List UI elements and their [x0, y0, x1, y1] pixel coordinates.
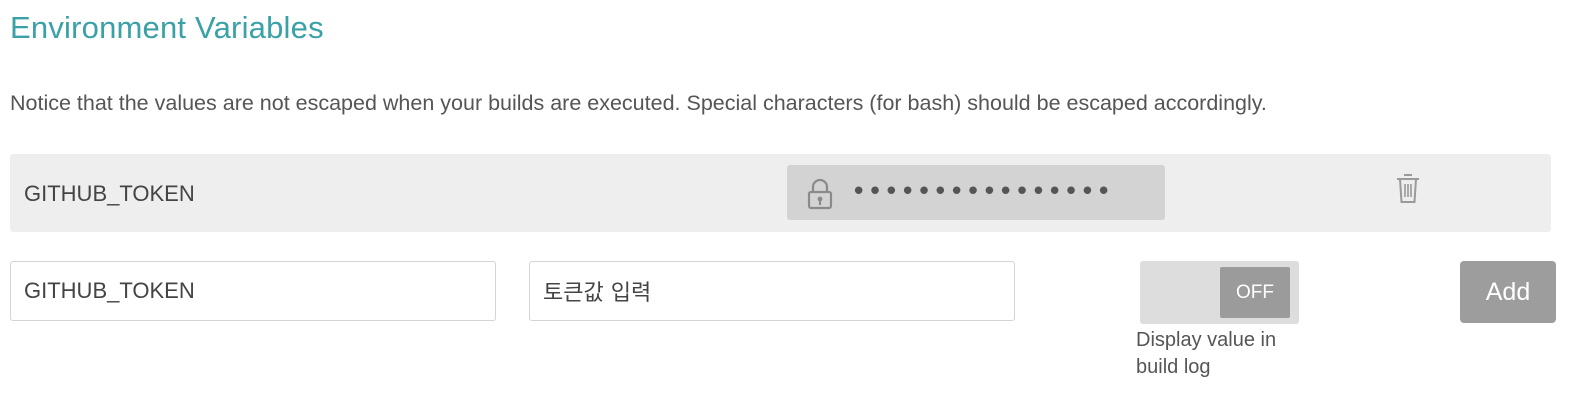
trash-icon[interactable]	[1395, 171, 1421, 205]
display-value-caption: Display value in build log	[1136, 329, 1277, 378]
env-variable-row: GITHUB_TOKEN ••••••••••••••••	[10, 154, 1551, 232]
masked-value: ••••••••••••••••	[851, 177, 1113, 207]
section-title: Environment Variables	[10, 10, 324, 45]
toggle-state-label: OFF	[1220, 267, 1290, 318]
value-input[interactable]	[529, 261, 1015, 321]
escape-notice: Notice that the values are not escaped w…	[10, 91, 1267, 115]
env-variable-name: GITHUB_TOKEN	[24, 181, 195, 206]
lock-icon	[807, 178, 833, 210]
add-button[interactable]: Add	[1460, 261, 1556, 323]
environment-variables-section: Environment Variables Notice that the va…	[0, 0, 1580, 406]
name-input[interactable]	[10, 261, 496, 321]
secret-value-field: ••••••••••••••••	[787, 165, 1165, 220]
display-value-toggle[interactable]: OFF	[1140, 261, 1299, 324]
